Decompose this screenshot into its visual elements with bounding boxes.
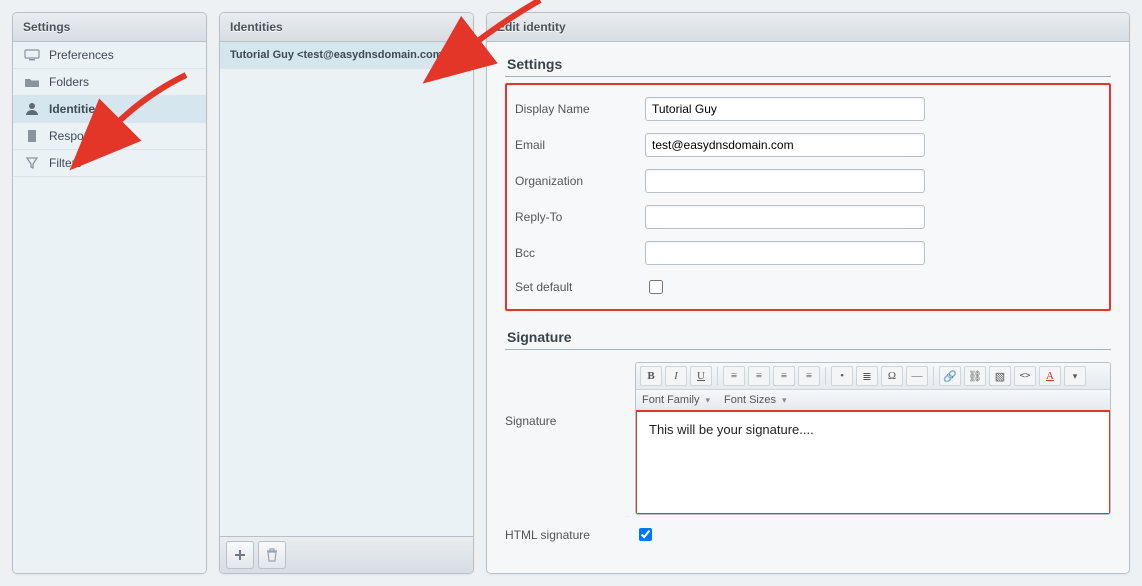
settings-list: Preferences Folders Identities xyxy=(13,42,206,177)
caret-down-icon: ▾ xyxy=(782,395,787,406)
identities-toolbar xyxy=(220,536,473,573)
sidebar-item-responses[interactable]: Responses xyxy=(13,123,206,150)
bullet-list-button[interactable]: • xyxy=(831,366,853,386)
signature-editor: B I U ≡ ≡ ≡ ≡ • ≣ Ω — 🔗 xyxy=(635,362,1111,515)
sidebar-item-filters[interactable]: Filters xyxy=(13,150,206,177)
hr-button[interactable]: — xyxy=(906,366,928,386)
caret-down-icon: ▾ xyxy=(1073,371,1078,382)
bold-button[interactable]: B xyxy=(640,366,662,386)
row-setdefault: Set default xyxy=(515,271,1101,303)
folder-icon xyxy=(23,75,41,89)
row-email: Email xyxy=(515,127,1101,163)
edit-identity-panel: Edit identity Settings Display Name Emai… xyxy=(486,12,1130,574)
identity-item[interactable]: Tutorial Guy <test@easydnsdomain.com> xyxy=(220,42,473,69)
organization-field[interactable] xyxy=(645,169,925,193)
user-icon xyxy=(23,102,41,116)
document-icon xyxy=(23,129,41,143)
row-bcc: Bcc xyxy=(515,235,1101,271)
editor-toolbar-row2: Font Family ▾ Font Sizes ▾ xyxy=(636,390,1110,411)
font-family-dropdown[interactable]: Font Family ▾ xyxy=(642,394,710,406)
sidebar-item-label: Filters xyxy=(49,156,196,170)
sidebar-item-label: Responses xyxy=(49,129,196,143)
number-list-button[interactable]: ≣ xyxy=(856,366,878,386)
bcc-field[interactable] xyxy=(645,241,925,265)
monitor-icon xyxy=(23,48,41,62)
align-center-button[interactable]: ≡ xyxy=(748,366,770,386)
special-char-button[interactable]: Ω xyxy=(881,366,903,386)
trash-icon xyxy=(266,548,278,562)
sidebar-item-folders[interactable]: Folders xyxy=(13,69,206,96)
unlink-button[interactable]: ⛓ xyxy=(964,366,986,386)
sidebar-item-label: Preferences xyxy=(49,48,196,62)
section-settings-title: Settings xyxy=(505,42,1111,77)
editor-toolbar-row1: B I U ≡ ≡ ≡ ≡ • ≣ Ω — 🔗 xyxy=(636,363,1110,390)
settings-sidebar: Settings Preferences Folders xyxy=(12,12,207,574)
filter-icon xyxy=(23,156,41,170)
add-identity-button[interactable] xyxy=(226,541,254,569)
sidebar-item-preferences[interactable]: Preferences xyxy=(13,42,206,69)
code-button[interactable]: <> xyxy=(1014,366,1036,386)
more-button[interactable]: ▾ xyxy=(1064,366,1086,386)
html-signature-label: HTML signature xyxy=(505,528,635,542)
organization-label: Organization xyxy=(515,174,645,188)
replyto-label: Reply-To xyxy=(515,210,645,224)
caret-down-icon: ▾ xyxy=(705,395,710,406)
settings-header: Settings xyxy=(13,13,206,42)
email-field[interactable] xyxy=(645,133,925,157)
identities-header: Identities xyxy=(220,13,473,42)
email-label: Email xyxy=(515,138,645,152)
signature-content[interactable]: This will be your signature.... xyxy=(635,410,1111,515)
row-replyto: Reply-To xyxy=(515,199,1101,235)
identity-item-label: Tutorial Guy <test@easydnsdomain.com> xyxy=(230,49,449,61)
row-html-signature: HTML signature xyxy=(505,515,1111,544)
sidebar-item-label: Folders xyxy=(49,75,196,89)
plus-icon xyxy=(233,548,247,562)
underline-button[interactable]: U xyxy=(690,366,712,386)
bcc-label: Bcc xyxy=(515,246,645,260)
row-display-name: Display Name xyxy=(515,91,1101,127)
section-signature-title: Signature xyxy=(505,315,1111,350)
setdefault-label: Set default xyxy=(515,280,645,294)
identities-panel: Identities Tutorial Guy <test@easydnsdom… xyxy=(219,12,474,574)
settings-form-highlight: Display Name Email Organization Reply-To… xyxy=(505,83,1111,311)
text-color-button[interactable]: A xyxy=(1039,366,1061,386)
align-justify-button[interactable]: ≡ xyxy=(798,366,820,386)
signature-label: Signature xyxy=(505,362,635,428)
font-sizes-dropdown[interactable]: Font Sizes ▾ xyxy=(724,394,787,406)
display-name-label: Display Name xyxy=(515,102,645,116)
italic-button[interactable]: I xyxy=(665,366,687,386)
display-name-field[interactable] xyxy=(645,97,925,121)
align-left-button[interactable]: ≡ xyxy=(723,366,745,386)
sidebar-item-label: Identities xyxy=(49,102,196,116)
row-organization: Organization xyxy=(515,163,1101,199)
setdefault-checkbox[interactable] xyxy=(649,280,663,294)
delete-identity-button[interactable] xyxy=(258,541,286,569)
align-right-button[interactable]: ≡ xyxy=(773,366,795,386)
identity-list: Tutorial Guy <test@easydnsdomain.com> xyxy=(220,42,473,536)
sidebar-item-identities[interactable]: Identities xyxy=(13,96,206,123)
replyto-field[interactable] xyxy=(645,205,925,229)
edit-identity-header: Edit identity xyxy=(487,13,1129,42)
link-button[interactable]: 🔗 xyxy=(939,366,961,386)
image-button[interactable]: ▧ xyxy=(989,366,1011,386)
html-signature-checkbox[interactable] xyxy=(639,528,652,541)
